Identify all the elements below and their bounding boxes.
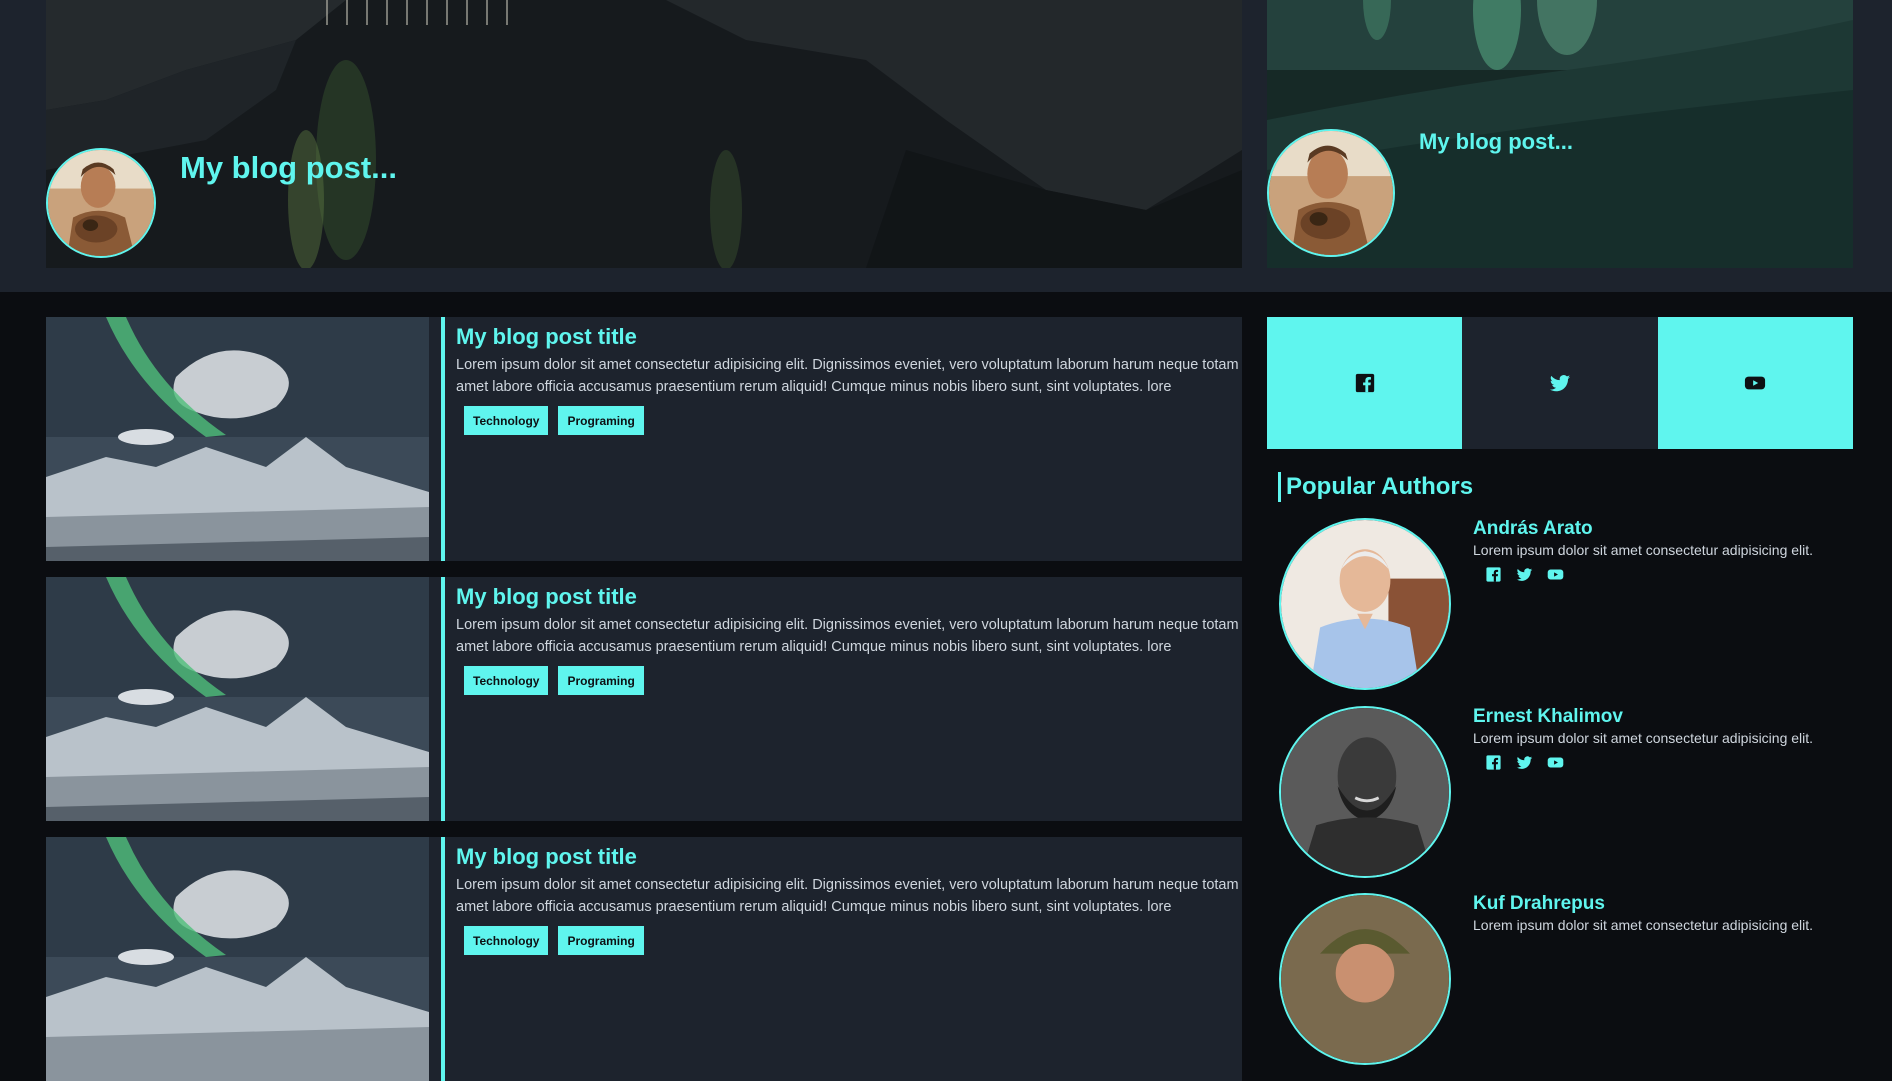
post-card[interactable]: My blog post title Lorem ipsum dolor sit… — [46, 577, 1242, 821]
author-name[interactable]: Ernest Khalimov — [1473, 706, 1623, 728]
post-title[interactable]: My blog post title — [456, 584, 1242, 610]
post-excerpt: Lorem ipsum dolor sit amet consectetur a… — [456, 877, 1239, 915]
tag-programing[interactable]: Programing — [558, 406, 644, 435]
tag-programing[interactable]: Programing — [558, 666, 644, 695]
hero-main-title[interactable]: My blog post... — [180, 150, 397, 186]
post-excerpt: Lorem ipsum dolor sit amet consectetur a… — [456, 357, 1239, 395]
hero-side-title[interactable]: My blog post... — [1419, 129, 1573, 155]
facebook-icon[interactable] — [1485, 754, 1502, 771]
post-card[interactable]: My blog post title Lorem ipsum dolor sit… — [46, 317, 1242, 561]
post-accent-bar — [441, 577, 445, 821]
popular-authors-title: Popular Authors — [1278, 472, 1473, 502]
post-image[interactable] — [46, 837, 429, 1081]
youtube-icon — [1745, 376, 1766, 390]
twitter-icon[interactable] — [1516, 566, 1533, 583]
twitter-icon — [1549, 375, 1571, 392]
hero-main-card[interactable]: My blog post... — [46, 0, 1242, 268]
author-name[interactable]: Kuf Drahrepus — [1473, 893, 1605, 915]
social-links — [1267, 317, 1853, 449]
youtube-button[interactable] — [1657, 317, 1853, 449]
author-avatar[interactable] — [1279, 893, 1451, 1065]
hero-side-avatar[interactable] — [1267, 129, 1395, 257]
facebook-icon[interactable] — [1485, 566, 1502, 583]
tag-technology[interactable]: Technology — [464, 406, 549, 435]
author-avatar[interactable] — [1279, 518, 1451, 690]
author-name[interactable]: András Arato — [1473, 518, 1593, 540]
post-title[interactable]: My blog post title — [456, 324, 1242, 350]
twitter-icon[interactable] — [1516, 754, 1533, 771]
author-description: Lorem ipsum dolor sit amet consectetur a… — [1473, 917, 1814, 933]
facebook-icon — [1355, 373, 1374, 393]
author-description: Lorem ipsum dolor sit amet consectetur a… — [1473, 730, 1814, 746]
post-accent-bar — [441, 837, 445, 1081]
hero-main-avatar[interactable] — [46, 148, 156, 258]
youtube-icon[interactable] — [1547, 754, 1564, 771]
post-image[interactable] — [46, 317, 429, 561]
post-title[interactable]: My blog post title — [456, 844, 1242, 870]
author-social-links — [1485, 754, 1564, 771]
author-avatar[interactable] — [1279, 706, 1451, 878]
post-excerpt: Lorem ipsum dolor sit amet consectetur a… — [456, 617, 1239, 655]
post-accent-bar — [441, 317, 445, 561]
tag-technology[interactable]: Technology — [464, 666, 549, 695]
twitter-button[interactable] — [1462, 317, 1658, 449]
hero-side-card[interactable]: My blog post... — [1267, 0, 1853, 268]
youtube-icon[interactable] — [1547, 566, 1564, 583]
facebook-button[interactable] — [1267, 317, 1463, 449]
author-social-links — [1485, 566, 1564, 583]
post-card[interactable]: My blog post title Lorem ipsum dolor sit… — [46, 837, 1242, 1081]
author-description: Lorem ipsum dolor sit amet consectetur a… — [1473, 542, 1814, 558]
hero-main-image — [46, 0, 1242, 268]
tag-programing[interactable]: Programing — [558, 926, 644, 955]
tag-technology[interactable]: Technology — [464, 926, 549, 955]
post-image[interactable] — [46, 577, 429, 821]
